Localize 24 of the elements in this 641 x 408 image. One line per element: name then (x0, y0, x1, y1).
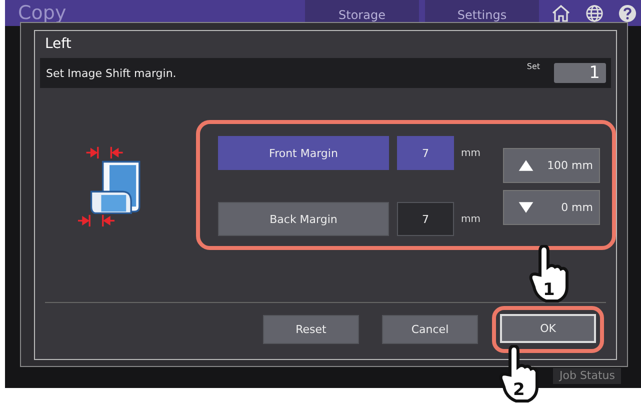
value-field[interactable]: 7 (397, 202, 454, 236)
margin-button[interactable]: Front Margin (218, 136, 389, 170)
step-number: 1 (543, 281, 555, 299)
dialog-title: Left (44, 35, 72, 54)
unit-label: mm (461, 214, 482, 224)
globe-icon[interactable] (585, 4, 604, 22)
triangle-down-icon (517, 200, 535, 214)
set-count-field: 1 (554, 63, 606, 83)
dialog-button[interactable]: OK (500, 314, 596, 343)
help-icon[interactable] (618, 4, 637, 22)
margin-button[interactable]: Back Margin (218, 202, 389, 236)
value-field[interactable]: 7 (397, 136, 454, 170)
dialog-button[interactable]: Cancel (382, 315, 478, 344)
triangle-up-icon (517, 158, 535, 172)
set-label: Set (526, 62, 540, 71)
step-down-button[interactable]: 0 mm (503, 190, 600, 224)
step-number: 2 (513, 381, 525, 399)
unit-label: mm (461, 148, 482, 158)
job-status-button[interactable]: Job Status (553, 368, 621, 384)
app-title: Copy (18, 1, 68, 26)
home-icon[interactable] (551, 4, 571, 22)
step-up-button[interactable]: 100 mm (503, 148, 600, 182)
dialog-button[interactable]: Reset (263, 315, 359, 344)
message-text: Set Image Shift margin. (46, 66, 178, 80)
